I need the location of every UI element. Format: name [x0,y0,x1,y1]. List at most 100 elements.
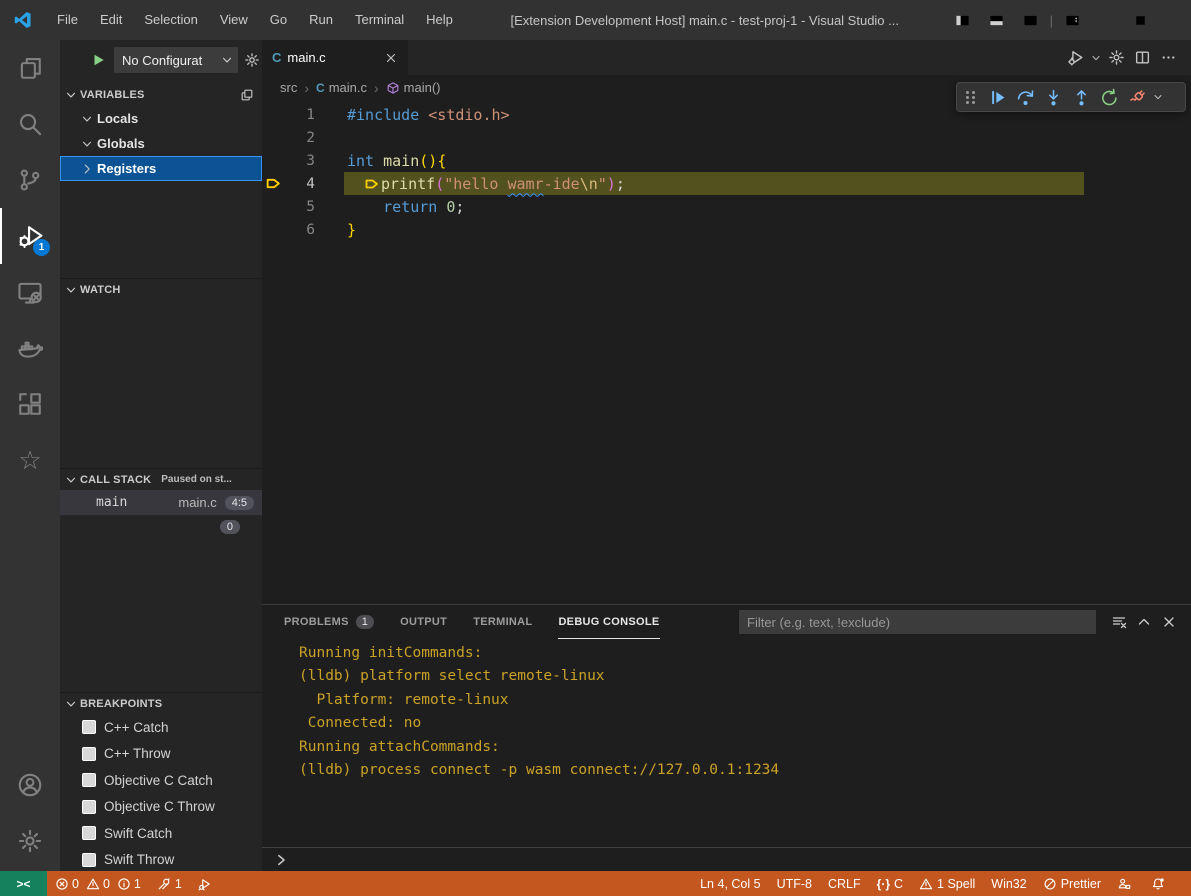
status-item-feedback[interactable] [1109,871,1143,896]
clear-console-icon[interactable] [1106,610,1131,635]
status-item-platform[interactable]: Win32 [983,871,1034,896]
close-panel-icon[interactable] [1156,610,1181,635]
call-stack-header[interactable]: CALL STACK Paused on st... [60,468,262,490]
debug-console-input[interactable] [262,847,1191,871]
status-item-debug-status[interactable] [190,871,224,896]
breakpoint-gutter[interactable] [262,126,284,149]
breakpoint-gutter[interactable] [262,218,284,241]
copy-icon[interactable] [240,88,254,102]
status-item-notifications[interactable] [1143,871,1177,896]
breadcrumb-item-main-c[interactable]: Cmain.c [316,80,367,95]
breakpoint-objective-c-throw[interactable]: Objective C Throw [60,794,262,821]
activity-item-wamr-ide[interactable]: ☆ [0,432,60,488]
breakpoints-list: C++ CatchC++ ThrowObjective C CatchObjec… [60,714,262,871]
tab-main-c[interactable]: C main.c [262,40,408,75]
disconnect-button[interactable] [1123,84,1151,110]
status-item-problems[interactable]: 001 [47,871,149,896]
toolbar-drag-handle[interactable] [966,91,976,104]
maximize-panel-icon[interactable] [1131,610,1156,635]
menu-item-selection[interactable]: Selection [133,7,208,33]
more-actions-button[interactable] [1155,40,1181,75]
toggle-secondary-sidebar-button[interactable] [1014,0,1048,40]
menu-item-edit[interactable]: Edit [89,7,133,33]
breakpoint-c-throw[interactable]: C++ Throw [60,741,262,768]
breakpoint-checkbox[interactable] [82,800,96,814]
debug-configuration-select[interactable]: No Configurat [114,47,238,73]
stack-frame-row[interactable]: main main.c 4:5 [60,490,262,515]
close-window-button[interactable] [1157,0,1191,40]
watch-header[interactable]: WATCH [60,278,262,300]
activity-item-manage[interactable] [0,813,60,869]
breakpoints-header[interactable]: BREAKPOINTS [60,692,262,714]
run-dropdown-button[interactable] [1089,40,1103,75]
breadcrumb-item-main[interactable]: main() [386,80,441,95]
sidebar-item-registers[interactable]: Registers [60,156,262,181]
restart-button[interactable] [1095,84,1123,110]
panel-tab-terminal[interactable]: TERMINAL [473,605,532,639]
breakpoint-gutter[interactable] [262,195,284,218]
start-debugging-icon[interactable] [90,52,106,68]
sidebar-item-locals[interactable]: Locals [60,106,262,131]
variables-header[interactable]: VARIABLES [60,84,262,106]
status-item-language-mode[interactable]: {·}C [869,871,911,896]
activity-item-source-control[interactable] [0,152,60,208]
activity-item-run-and-debug[interactable]: 1 [0,208,60,264]
breakpoint-gutter[interactable] [262,103,284,126]
continue-button[interactable] [983,84,1011,110]
menu-item-help[interactable]: Help [415,7,464,33]
activity-item-search[interactable] [0,96,60,152]
panel-tab-problems[interactable]: PROBLEMS1 [284,605,374,639]
activity-item-docker[interactable] [0,320,60,376]
toggle-panel-button[interactable] [980,0,1014,40]
breakpoint-gutter[interactable] [262,172,284,195]
sidebar-item-globals[interactable]: Globals [60,131,262,156]
status-item-spell-status[interactable]: 1 Spell [911,871,983,896]
activity-item-explorer[interactable] [0,40,60,96]
status-item-tasks[interactable]: 1 [149,871,190,896]
menu-item-go[interactable]: Go [259,7,298,33]
customize-layout-button[interactable] [1055,0,1089,40]
configure-button[interactable] [1103,40,1129,75]
breakpoint-checkbox[interactable] [82,747,96,761]
menu-item-file[interactable]: File [46,7,89,33]
menu-item-run[interactable]: Run [298,7,344,33]
menu-item-view[interactable]: View [209,7,259,33]
chevron-down-icon[interactable] [1151,84,1165,110]
breakpoint-checkbox[interactable] [82,826,96,840]
step-out-button[interactable] [1067,84,1095,110]
step-into-button[interactable] [1039,84,1067,110]
menu-item-terminal[interactable]: Terminal [344,7,415,33]
minimize-button[interactable] [1089,0,1123,40]
status-item-prettier[interactable]: Prettier [1035,871,1109,896]
activity-item-extensions[interactable] [0,376,60,432]
breadcrumb-item-src[interactable]: src [280,80,297,95]
console-filter-input[interactable] [739,610,1096,634]
maximize-button[interactable] [1123,0,1157,40]
breakpoint-gutter[interactable] [262,149,284,172]
status-item-cursor-position[interactable]: Ln 4, Col 5 [692,871,768,896]
status-item-eol[interactable]: CRLF [820,871,869,896]
breakpoint-checkbox[interactable] [82,720,96,734]
breakpoint-swift-catch[interactable]: Swift Catch [60,820,262,847]
bell-icon [1151,877,1165,891]
breakpoint-checkbox[interactable] [82,773,96,787]
breakpoint-c-catch[interactable]: C++ Catch [60,714,262,741]
activity-item-remote-explorer[interactable] [0,264,60,320]
breakpoint-checkbox[interactable] [82,853,96,867]
configure-launch-icon[interactable] [244,52,260,68]
panel-tab-output[interactable]: OUTPUT [400,605,447,639]
panel-tab-debug-console[interactable]: DEBUG CONSOLE [558,605,659,639]
remote-indicator[interactable]: >< [0,871,47,896]
step-over-button[interactable] [1011,84,1039,110]
run-or-debug-button[interactable] [1063,40,1089,75]
breakpoint-objective-c-catch[interactable]: Objective C Catch [60,767,262,794]
toggle-sidebar-button[interactable] [946,0,980,40]
code-editor[interactable]: 1#include <stdio.h>23int main(){4printf(… [262,100,1191,604]
split-editor-button[interactable] [1129,40,1155,75]
close-tab-icon[interactable] [384,51,398,65]
activity-item-accounts[interactable] [0,757,60,813]
status-item-encoding[interactable]: UTF-8 [769,871,820,896]
activity-bar-top: 1☆ [0,40,60,488]
editor-tabstrip: C main.c [262,40,1191,75]
breakpoint-swift-throw[interactable]: Swift Throw [60,847,262,872]
